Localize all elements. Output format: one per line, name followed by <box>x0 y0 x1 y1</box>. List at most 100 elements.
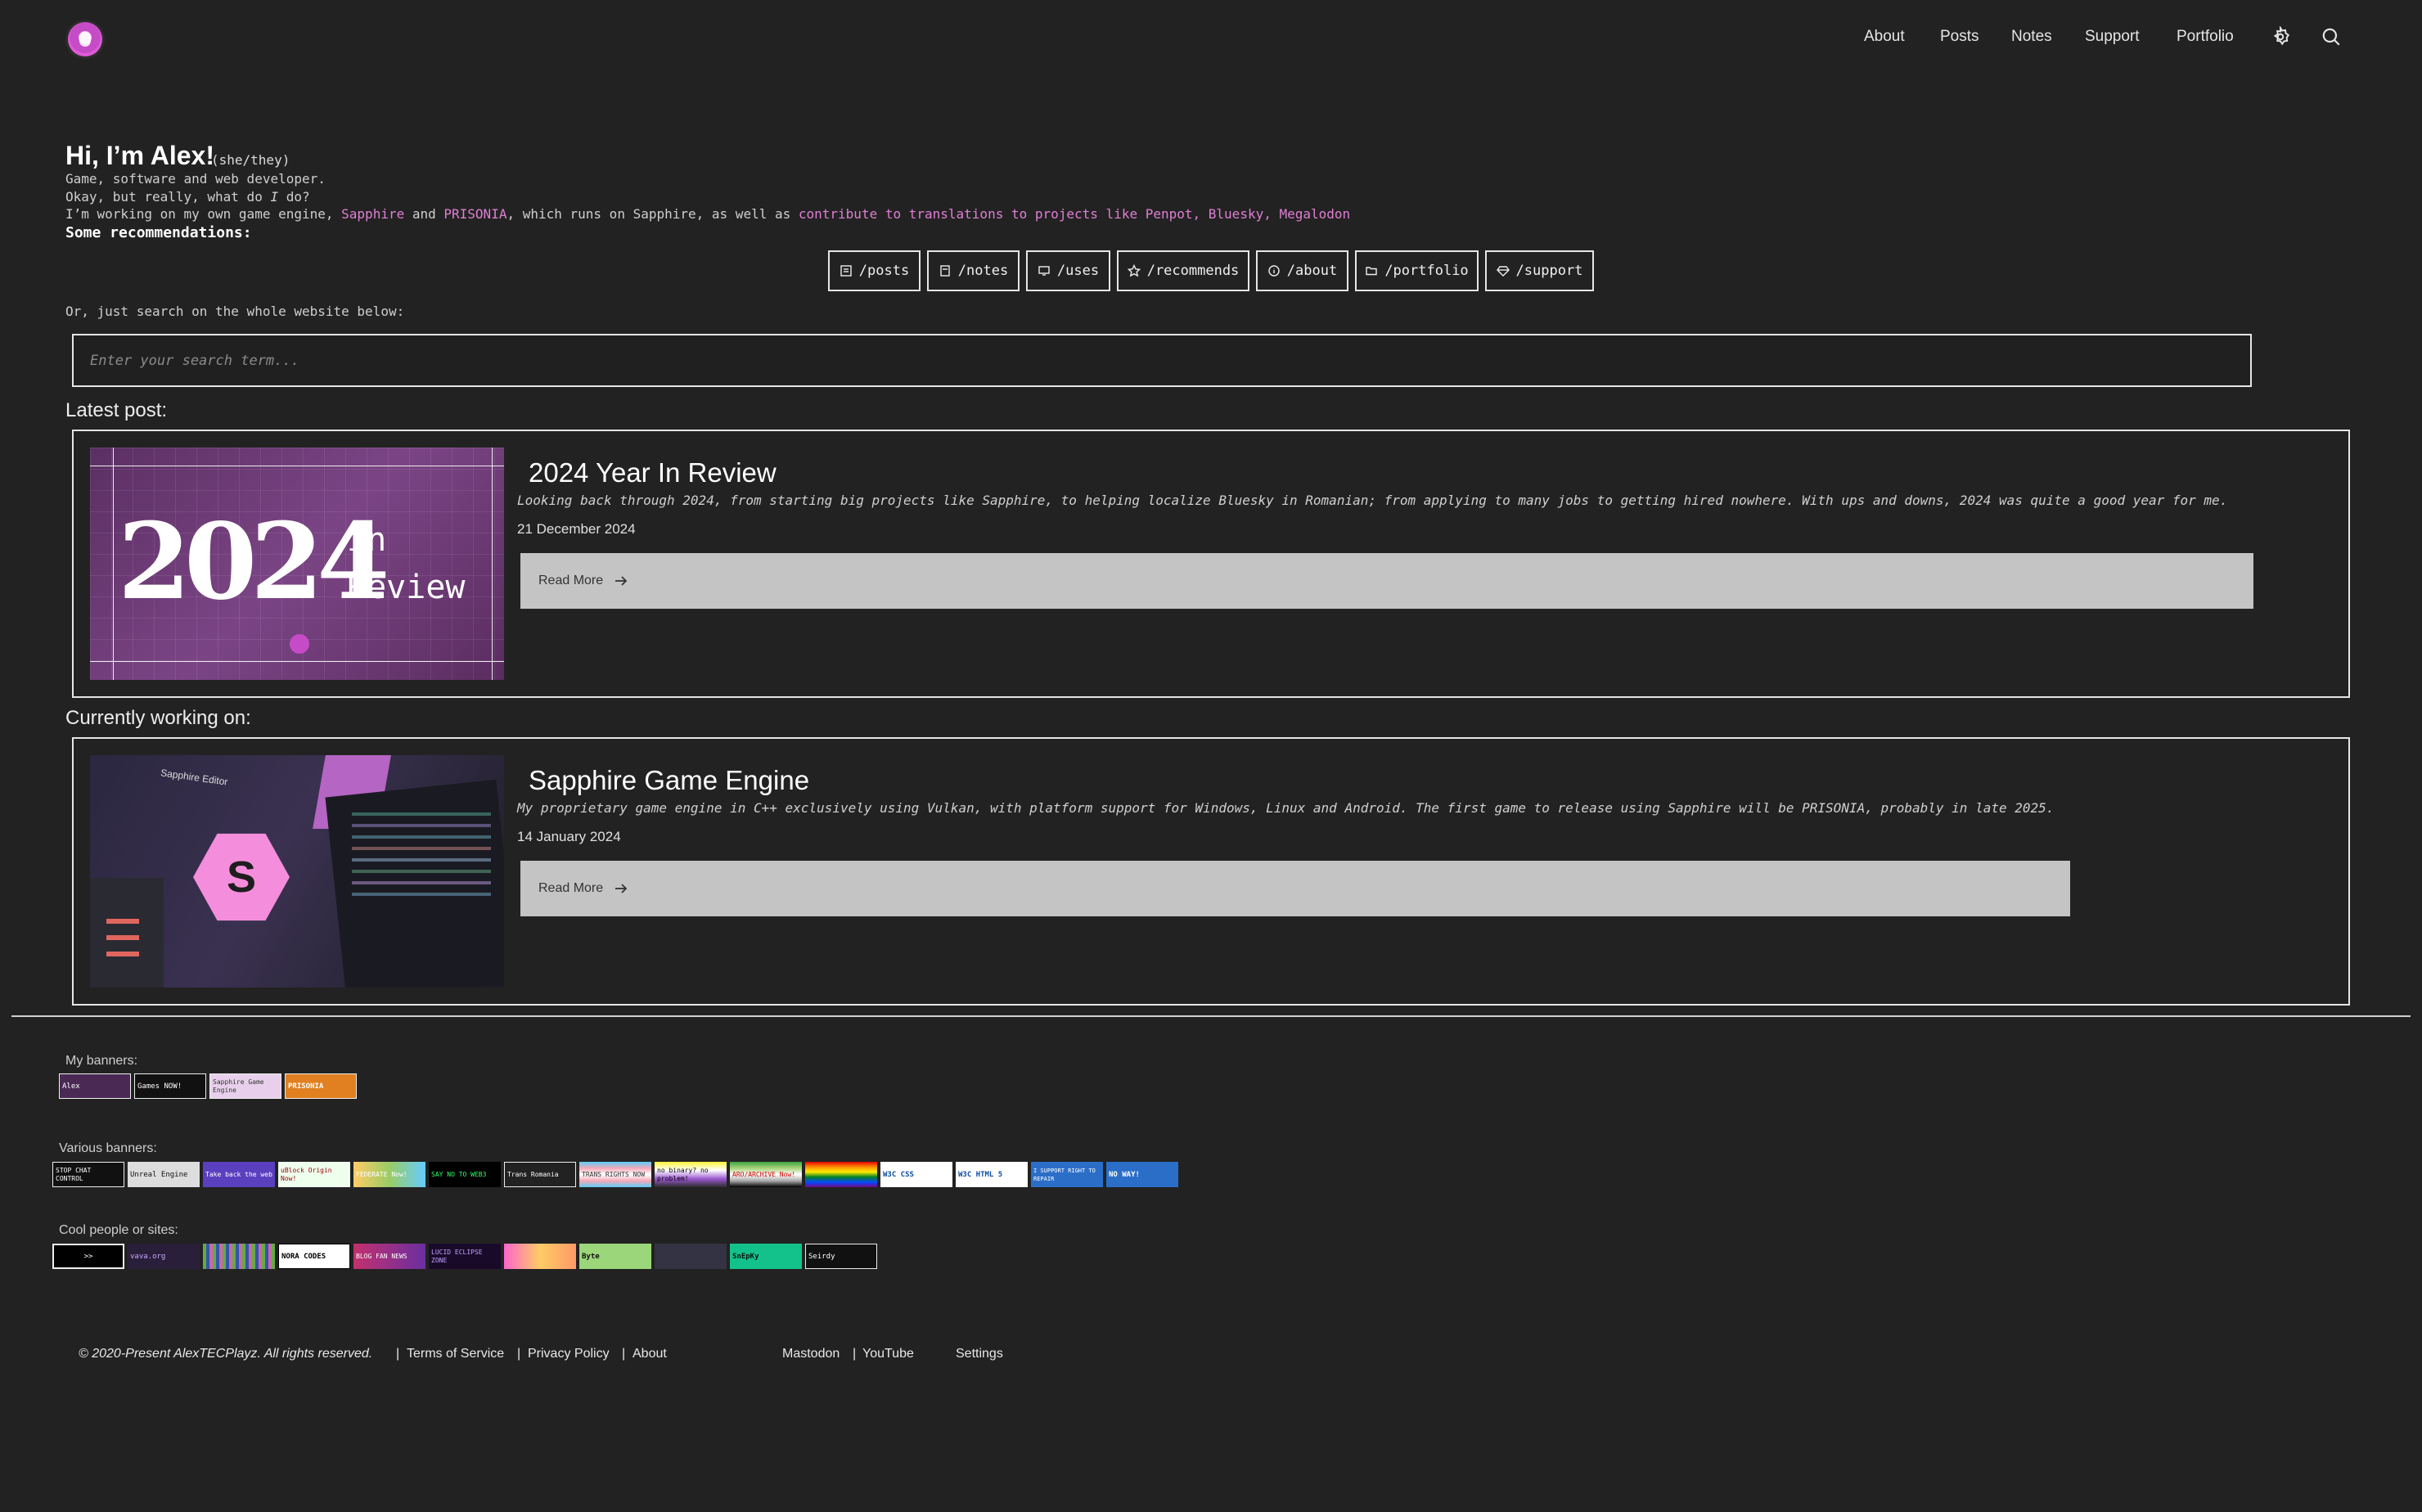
search-icon[interactable] <box>2321 26 2342 47</box>
intro-line-3: I’m working on my own game engine, Sapph… <box>65 206 1351 222</box>
star-icon <box>1127 264 1141 277</box>
banner-no-web3[interactable]: SAY NO TO WEB3 <box>429 1162 501 1187</box>
chip-recommends[interactable]: /recommends <box>1117 250 1249 291</box>
cool-sites-row: >> vava.org NORA CODES BLOG FAN NEWS LUC… <box>52 1244 877 1269</box>
nav-notes[interactable]: Notes <box>2011 28 2052 46</box>
my-banners-label: My banners: <box>65 1054 138 1068</box>
cool-site-byte[interactable]: Byte <box>579 1244 651 1269</box>
working-read-more-button[interactable]: Read More <box>520 861 2070 916</box>
footer-terms-link[interactable]: Terms of Service <box>407 1347 504 1361</box>
banner-no-binary[interactable]: no binary? no problem! <box>655 1162 727 1187</box>
nav-portfolio[interactable]: Portfolio <box>2177 28 2234 46</box>
banner-prisonia[interactable]: PRISONIA <box>285 1073 357 1099</box>
latest-post-card: 2024 in Review 2024 Year In Review Looki… <box>72 430 2350 698</box>
cool-site-snepky[interactable]: SnEpKy <box>730 1244 802 1269</box>
banner-trans-romania[interactable]: Trans Romania <box>504 1162 576 1187</box>
footer-sep: | <box>622 1347 626 1361</box>
various-banners-label: Various banners: <box>59 1141 157 1155</box>
banner-stop-chat-control[interactable]: STOP CHAT CONTROL <box>52 1162 124 1187</box>
various-banners-row: STOP CHAT CONTROL Unreal Engine Take bac… <box>52 1162 1178 1187</box>
banner-ublock-origin[interactable]: uBlock Origin Now! <box>278 1162 350 1187</box>
banner-pride-flag[interactable] <box>805 1162 877 1187</box>
banner-federate[interactable]: FEDERATE Now! <box>353 1162 425 1187</box>
arrow-right-icon <box>615 884 628 893</box>
intro-line-2: Okay, but really, what do I do? <box>65 189 310 205</box>
footer-mastodon-link[interactable]: Mastodon <box>782 1347 840 1361</box>
info-icon <box>1268 265 1280 277</box>
footer-youtube-link[interactable]: YouTube <box>862 1347 914 1361</box>
latest-post-date: 21 December 2024 <box>517 521 636 537</box>
banner-games-now[interactable]: Games NOW! <box>134 1073 206 1099</box>
pronouns: (she/they) <box>211 152 290 168</box>
uses-icon <box>1038 266 1050 276</box>
cool-site-nora-codes[interactable]: NORA CODES <box>278 1244 350 1269</box>
cool-site-1[interactable]: >> <box>52 1244 124 1269</box>
greeting-heading: Hi, I’m Alex! <box>65 141 214 170</box>
sapphire-logo: S <box>193 833 290 921</box>
latest-post-thumbnail[interactable]: 2024 in Review <box>90 448 504 680</box>
nav-support[interactable]: Support <box>2085 28 2140 46</box>
recommendations-label: Some recommendations: <box>65 224 252 241</box>
footer-about-link[interactable]: About <box>633 1347 667 1361</box>
thumbnail-in: in <box>347 521 387 559</box>
latest-post-heading: Latest post: <box>65 399 168 421</box>
footer-sep: | <box>396 1347 400 1361</box>
thumbnail-caption: Sapphire Editor <box>160 767 229 788</box>
banner-take-back-web[interactable]: Take back the web <box>203 1162 275 1187</box>
chip-posts[interactable]: /posts <box>828 250 921 291</box>
posts-icon <box>840 265 852 277</box>
working-on-thumbnail[interactable]: S Sapphire Editor <box>90 755 504 988</box>
cool-site-lucid-eclipse[interactable]: LUCID ECLIPSE ZONE <box>429 1244 501 1269</box>
gem-icon <box>1496 266 1510 277</box>
footer-copyright: © 2020-Present AlexTECPlayz. All rights … <box>79 1347 373 1361</box>
folder-icon <box>1366 267 1378 276</box>
cool-sites-label: Cool people or sites: <box>59 1223 178 1237</box>
banner-sapphire[interactable]: Sapphire Game Engine <box>209 1073 281 1099</box>
cool-site-blog-fan-news[interactable]: BLOG FAN NEWS <box>353 1244 425 1269</box>
banner-unreal-engine[interactable]: Unreal Engine <box>128 1162 200 1187</box>
working-on-title[interactable]: Sapphire Game Engine <box>529 765 809 796</box>
footer-privacy-link[interactable]: Privacy Policy <box>528 1347 610 1361</box>
nav-posts[interactable]: Posts <box>1940 28 1979 46</box>
banner-no-way[interactable]: NO WAY! <box>1106 1162 1178 1187</box>
latest-post-description: Looking back through 2024, from starting… <box>517 493 2228 508</box>
cool-site-7[interactable] <box>504 1244 576 1269</box>
banner-w3c-css[interactable]: W3C CSS <box>880 1162 952 1187</box>
latest-post-title[interactable]: 2024 Year In Review <box>529 457 777 488</box>
intro-line-1: Game, software and web developer. <box>65 171 326 187</box>
latest-read-more-button[interactable]: Read More <box>520 553 2253 609</box>
working-on-heading: Currently working on: <box>65 707 251 729</box>
cool-site-vava[interactable]: vava.org <box>128 1244 200 1269</box>
chip-uses[interactable]: /uses <box>1026 250 1110 291</box>
my-banners-row: Alex Games NOW! Sapphire Game Engine PRI… <box>59 1073 357 1099</box>
cool-site-seirdy[interactable]: Seirdy <box>805 1244 877 1269</box>
site-logo[interactable] <box>68 22 102 56</box>
footer-settings-link[interactable]: Settings <box>956 1347 1003 1361</box>
cool-site-9[interactable] <box>655 1244 727 1269</box>
chip-notes[interactable]: /notes <box>927 250 1020 291</box>
site-search-input[interactable] <box>72 334 2252 387</box>
settings-gear-icon[interactable] <box>2270 26 2291 47</box>
link-prisonia[interactable]: PRISONIA <box>443 206 506 222</box>
banner-aro[interactable]: ARO/ARCHIVE Now! <box>730 1162 802 1187</box>
link-translations[interactable]: contribute to translations to projects l… <box>799 206 1350 222</box>
chip-about[interactable]: /about <box>1256 250 1348 291</box>
banner-alex[interactable]: Alex <box>59 1073 131 1099</box>
banner-w3c-html5[interactable]: W3C HTML 5 <box>956 1162 1028 1187</box>
thumbnail-avatar <box>290 634 309 654</box>
chip-support[interactable]: /support <box>1485 250 1594 291</box>
notes-icon <box>940 265 950 277</box>
arrow-right-icon <box>615 576 628 586</box>
search-label: Or, just search on the whole website bel… <box>65 304 405 319</box>
banner-trans-rights[interactable]: TRANS RIGHTS NOW <box>579 1162 651 1187</box>
working-on-date: 14 January 2024 <box>517 829 621 844</box>
working-on-description: My proprietary game engine in C++ exclus… <box>517 800 2055 816</box>
thumbnail-year: 2024 <box>118 501 389 623</box>
cool-site-3[interactable] <box>203 1244 275 1269</box>
link-sapphire[interactable]: Sapphire <box>341 206 404 222</box>
footer-divider <box>11 1015 2411 1017</box>
banner-right-to-repair[interactable]: I SUPPORT RIGHT TO REPAIR <box>1031 1162 1103 1187</box>
working-on-card: S Sapphire Editor Sapphire Game Engine M… <box>72 737 2350 1006</box>
nav-about[interactable]: About <box>1864 28 1905 46</box>
chip-portfolio[interactable]: /portfolio <box>1355 250 1479 291</box>
